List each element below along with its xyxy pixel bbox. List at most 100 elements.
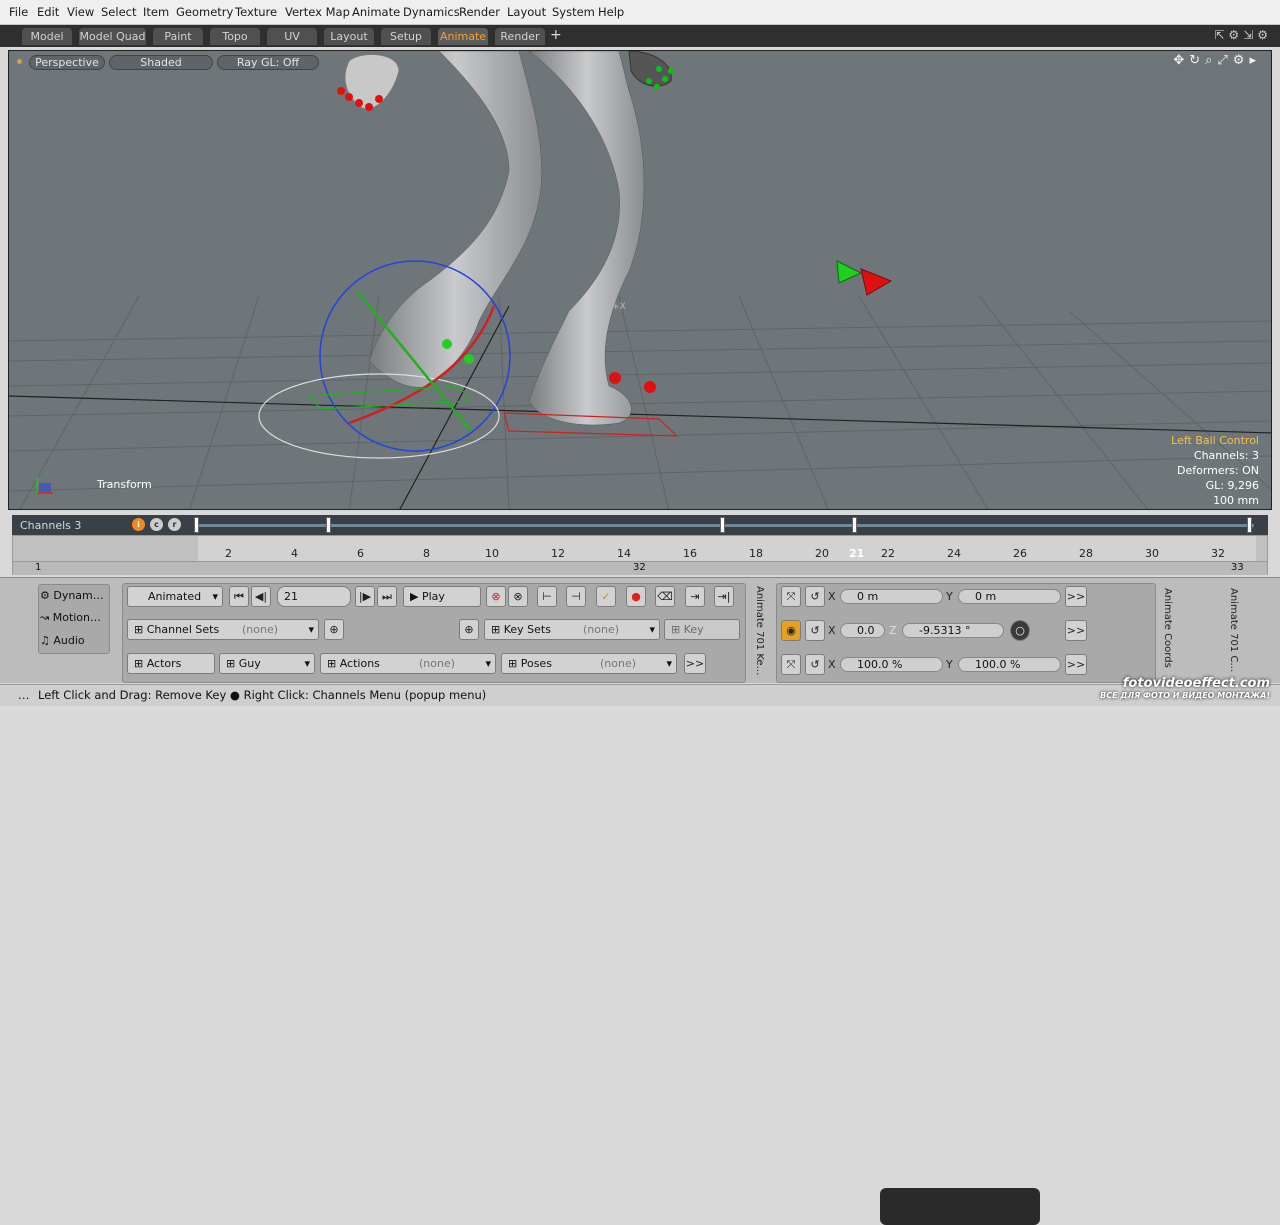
rotation-x-field[interactable]: 0.0 — [840, 623, 885, 638]
menu-item[interactable]: Item — [143, 5, 169, 19]
menu-animate[interactable]: Animate — [352, 5, 400, 19]
keyframe-marker[interactable] — [194, 517, 199, 533]
auto-key-icon[interactable]: ⊗ — [486, 586, 506, 607]
position-icon[interactable]: ⤧ — [781, 586, 801, 607]
go-to-start-icon[interactable]: ⏮ — [229, 586, 249, 607]
c-icon[interactable]: c — [150, 518, 163, 531]
add-tab-button[interactable]: + — [550, 27, 562, 43]
viewport-navigation-icons[interactable]: ✥↻⌕⤢⚙▸ — [1173, 53, 1261, 68]
rotation-icon[interactable]: ◉ — [781, 620, 801, 641]
key-filter-icon[interactable]: ⊗ — [508, 586, 528, 607]
tab-uv[interactable]: UV — [267, 28, 317, 45]
side-item-label: Dynam… — [53, 589, 104, 602]
menu-geometry[interactable]: Geometry — [176, 5, 233, 19]
r-icon[interactable]: r — [168, 518, 181, 531]
channel-sets-dropdown[interactable]: ⊞ Channel Sets (none) ▾ — [127, 619, 319, 640]
rotation-z-field[interactable]: -9.5313 ° — [902, 623, 1004, 638]
view-mode-button[interactable]: Perspective — [29, 55, 105, 70]
rotation-more-button[interactable]: >> — [1065, 620, 1087, 641]
range-start: 1 — [35, 562, 42, 573]
scale-y-field[interactable]: 100.0 % — [958, 657, 1061, 672]
poses-dropdown[interactable]: ⊞ Poses (none) ▾ — [501, 653, 677, 674]
channel-sets-label: Channel Sets — [146, 623, 220, 636]
previous-key-icon[interactable]: ◀| — [251, 586, 271, 607]
tab-render[interactable]: Render — [495, 28, 545, 45]
actors-button[interactable]: ⊞ Actors — [127, 653, 215, 674]
record-icon[interactable]: ● — [626, 586, 646, 607]
3d-viewport[interactable]: +X Perspective Shaded Ray GL: Off ✥↻⌕⤢⚙▸… — [8, 50, 1272, 510]
layout-options-icons[interactable]: ⇱⚙⇲⚙ — [1214, 28, 1272, 42]
key-sets-add-icon[interactable]: ⊕ — [459, 619, 479, 640]
menu-system[interactable]: System — [552, 5, 595, 19]
channels-count: Channels: 3 — [1193, 449, 1259, 462]
tab-paint[interactable]: Paint — [153, 28, 203, 45]
range-bar[interactable]: 1 32 33 — [13, 561, 1267, 575]
step-back-icon[interactable]: ⊢ — [537, 586, 557, 607]
set-key-icon[interactable]: ✓ — [596, 586, 616, 607]
tab-model[interactable]: Model — [22, 28, 72, 45]
menu-layout[interactable]: Layout — [507, 5, 546, 19]
scale-reset-icon[interactable]: ↺ — [805, 654, 825, 675]
play-button[interactable]: ▶ Play — [403, 586, 481, 607]
last-frame-icon[interactable]: ⇥| — [714, 586, 734, 607]
rotation-reset-icon[interactable]: ↺ — [805, 620, 825, 641]
step-forward-icon[interactable]: ⊣ — [566, 586, 586, 607]
position-y-field[interactable]: 0 m — [958, 589, 1061, 604]
menu-render[interactable]: Render — [459, 5, 500, 19]
position-reset-icon[interactable]: ↺ — [805, 586, 825, 607]
position-x-field[interactable]: 0 m — [840, 589, 943, 604]
shading-button[interactable]: Shaded — [109, 55, 213, 70]
ruler-tick: 18 — [749, 547, 763, 560]
channel-sets-add-icon[interactable]: ⊕ — [324, 619, 344, 640]
current-frame-marker[interactable]: 21 — [849, 547, 864, 560]
side-item-motion[interactable]: ↝ Motion… — [40, 608, 101, 628]
go-to-end-icon[interactable]: ⏭ — [377, 586, 397, 607]
scale-x-field[interactable]: 100.0 % — [840, 657, 943, 672]
key-button[interactable]: ⊞ Key — [664, 619, 740, 640]
side-item-dynamics[interactable]: ⚙ Dynam… — [40, 586, 104, 606]
panel-tab-keys[interactable]: Animate 701 Ke… — [754, 586, 765, 680]
tab-layout[interactable]: Layout — [324, 28, 374, 45]
current-frame-field[interactable]: 21 — [277, 586, 351, 607]
scale-more-button[interactable]: >> — [1065, 654, 1087, 675]
next-key-icon[interactable]: |▶ — [355, 586, 375, 607]
panel-tab-coords[interactable]: Animate Coords — [1162, 588, 1173, 678]
tab-topo[interactable]: Topo — [210, 28, 260, 45]
menu-view[interactable]: View — [67, 5, 94, 19]
actor-dropdown[interactable]: ⊞ Guy ▾ — [219, 653, 315, 674]
info-icon[interactable]: i — [132, 518, 145, 531]
keyframe-marker[interactable] — [852, 517, 857, 533]
key-sets-dropdown[interactable]: ⊞ Key Sets (none) ▾ — [484, 619, 660, 640]
animation-mode-dropdown[interactable]: Animated ▾ — [127, 586, 223, 607]
menu-edit[interactable]: Edit — [37, 5, 59, 19]
ruler-tick: 2 — [225, 547, 232, 560]
menu-file[interactable]: File — [9, 5, 28, 19]
time-ruler[interactable]: 2 4 6 8 10 12 14 16 18 20 21 22 24 26 28… — [12, 535, 1268, 575]
actions-dropdown[interactable]: ⊞ Actions (none) ▾ — [320, 653, 496, 674]
menu-texture[interactable]: Texture — [235, 5, 277, 19]
tab-animate[interactable]: Animate — [438, 28, 488, 45]
ruler-tick: 14 — [617, 547, 631, 560]
scale-icon[interactable]: ⤧ — [781, 654, 801, 675]
channels-label[interactable]: Channels 3 — [20, 519, 81, 532]
keyframe-marker[interactable] — [1247, 517, 1252, 533]
keyframe-marker[interactable] — [720, 517, 725, 533]
rotation-key-icon[interactable]: ○ — [1010, 620, 1030, 641]
poses-more-button[interactable]: >> — [684, 653, 706, 674]
menu-dynamics[interactable]: Dynamics — [403, 5, 460, 19]
side-item-audio[interactable]: ♫ Audio — [40, 631, 85, 651]
tab-setup[interactable]: Setup — [381, 28, 431, 45]
next-frame-icon[interactable]: ⇥ — [685, 586, 705, 607]
raygl-button[interactable]: Ray GL: Off — [217, 55, 319, 70]
menu-select[interactable]: Select — [101, 5, 136, 19]
panel-tab-channels[interactable]: Animate 701 C… — [1228, 588, 1239, 678]
viewport-menu-dot[interactable] — [17, 59, 22, 64]
status-dots[interactable]: … — [18, 685, 30, 706]
keyframe-marker[interactable] — [326, 517, 331, 533]
delete-key-icon[interactable]: ⌫ — [655, 586, 675, 607]
channel-track[interactable] — [196, 524, 1254, 527]
tab-model-quad[interactable]: Model Quad — [79, 28, 146, 45]
menu-help[interactable]: Help — [598, 5, 624, 19]
menu-vertex-map[interactable]: Vertex Map — [285, 5, 350, 19]
position-more-button[interactable]: >> — [1065, 586, 1087, 607]
